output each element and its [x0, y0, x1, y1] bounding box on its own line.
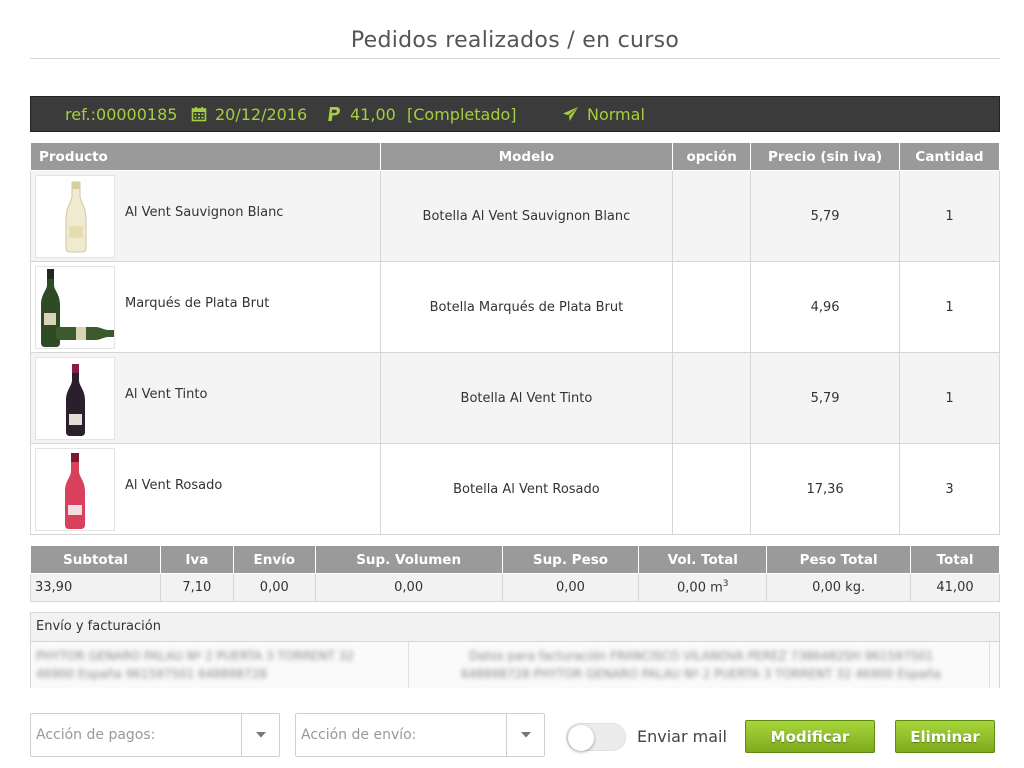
product-qty: 1 — [899, 170, 1000, 262]
table-row: Marqués de Plata Brut Botella Marqués de… — [30, 261, 1000, 353]
product-cell: Al Vent Tinto — [30, 352, 381, 444]
send-mail-label: Enviar mail — [637, 727, 727, 746]
col-header-subtotal: Subtotal — [30, 545, 161, 574]
product-model: Botella Al Vent Tinto — [379, 352, 674, 444]
calendar-icon — [191, 97, 207, 131]
col-header-envio: Envío — [232, 545, 316, 574]
iva-value: 7,10 — [159, 573, 234, 602]
shipping-divider — [989, 642, 990, 688]
col-header-producto[interactable]: Producto — [30, 142, 381, 171]
paper-plane-icon — [562, 97, 579, 131]
shipping-address-line: PHYTOR GENARO PALAU Nº 2 PUERTA 3 TORREN… — [36, 649, 354, 663]
sup-volumen-value: 0,00 — [314, 573, 503, 602]
title-divider — [30, 58, 1000, 59]
product-name: Al Vent Rosado — [125, 477, 223, 493]
table-row: Al Vent Tinto Botella Al Vent Tinto 5,79… — [30, 352, 1000, 444]
product-price: 17,36 — [750, 443, 900, 535]
total-value: 41,00 — [910, 573, 1000, 602]
vol-total-unit-exponent: 3 — [722, 579, 729, 590]
shipping-action-select[interactable]: Acción de envío: — [295, 713, 545, 757]
products-table: Producto Modelo opción Precio (sin iva) … — [30, 142, 1000, 535]
col-header-precio[interactable]: Precio (sin iva) — [750, 142, 900, 171]
product-model: Botella Marqués de Plata Brut — [379, 261, 674, 353]
product-cell: Al Vent Rosado — [30, 443, 381, 535]
shipping-address-line: 46900 España 961597501 648898728 — [36, 667, 267, 681]
peso-total-value: 0,00 kg. — [766, 573, 912, 602]
vol-total-value: 0,00 m3 — [638, 573, 768, 602]
subtotal-value: 33,90 — [30, 573, 161, 602]
vol-total-number: 0,00 m — [677, 580, 723, 596]
shipping-billing-body: PHYTOR GENARO PALAU Nº 2 PUERTA 3 TORREN… — [31, 642, 999, 688]
col-header-iva: Iva — [159, 545, 234, 574]
col-header-sup-peso: Sup. Peso — [501, 545, 640, 574]
chevron-down-icon[interactable] — [241, 714, 279, 756]
billing-address-line: 648898728 PHYTOR GENARO PALAU Nº 2 PUERT… — [461, 667, 941, 681]
col-header-vol-total: Vol. Total — [638, 545, 768, 574]
order-amount: 41,00 — [350, 104, 396, 124]
paypal-icon — [327, 97, 342, 131]
product-option — [672, 443, 752, 535]
shipping-billing-panel: Envío y facturación PHYTOR GENARO PALAU … — [30, 612, 1000, 688]
envio-value: 0,00 — [232, 573, 316, 602]
totals-header-row: Subtotal Iva Envío Sup. Volumen Sup. Pes… — [30, 545, 1000, 574]
product-price: 5,79 — [750, 170, 900, 262]
shipping-billing-title: Envío y facturación — [31, 613, 999, 642]
products-header-row: Producto Modelo opción Precio (sin iva) … — [30, 142, 1000, 171]
sup-peso-value: 0,00 — [501, 573, 640, 602]
product-qty: 1 — [899, 261, 1000, 353]
product-cell: Marqués de Plata Brut — [30, 261, 381, 353]
shipping-type: Normal — [587, 104, 645, 124]
product-name: Al Vent Sauvignon Blanc — [125, 204, 284, 220]
billing-address-line: Datos para facturación FRANCISCO VILANOV… — [468, 649, 934, 663]
payment-action-placeholder: Acción de pagos: — [36, 727, 156, 743]
product-option — [672, 261, 752, 353]
order-summary-bar: ref.:00000185 20/12/2016 41,00 [Completa… — [30, 96, 1000, 132]
product-price: 4,96 — [750, 261, 900, 353]
table-row: Al Vent Sauvignon Blanc Botella Al Vent … — [30, 170, 1000, 262]
product-image-sparkling-wine[interactable] — [35, 265, 115, 349]
col-header-cantidad[interactable]: Cantidad — [899, 142, 1000, 171]
product-qty: 1 — [899, 352, 1000, 444]
product-model: Botella Al Vent Rosado — [379, 443, 674, 535]
totals-table: Subtotal Iva Envío Sup. Volumen Sup. Pes… — [30, 545, 1000, 602]
delete-button[interactable]: Eliminar — [895, 720, 995, 753]
toggle-knob[interactable] — [568, 725, 594, 751]
product-model: Botella Al Vent Sauvignon Blanc — [379, 170, 674, 262]
modify-button[interactable]: Modificar — [745, 720, 875, 753]
col-header-sup-volumen: Sup. Volumen — [314, 545, 503, 574]
order-ref: ref.:00000185 — [65, 104, 178, 124]
product-option — [672, 352, 752, 444]
product-image-red-wine[interactable] — [35, 356, 115, 440]
order-date: 20/12/2016 — [215, 104, 308, 124]
payment-action-select[interactable]: Acción de pagos: — [30, 713, 280, 757]
send-mail-toggle[interactable] — [566, 723, 626, 751]
shipping-divider — [408, 642, 409, 688]
chevron-down-icon[interactable] — [506, 714, 544, 756]
product-qty: 3 — [899, 443, 1000, 535]
col-header-total: Total — [910, 545, 1000, 574]
col-header-modelo[interactable]: Modelo — [379, 142, 674, 171]
product-image-rose-wine[interactable] — [35, 447, 115, 531]
col-header-peso-total: Peso Total — [766, 545, 912, 574]
shipping-action-placeholder: Acción de envío: — [301, 727, 417, 743]
page-title: Pedidos realizados / en curso — [350, 28, 680, 53]
col-header-opcion[interactable]: opción — [672, 142, 752, 171]
product-option — [672, 170, 752, 262]
product-name: Marqués de Plata Brut — [125, 295, 270, 311]
totals-row: 33,90 7,10 0,00 0,00 0,00 0,00 m3 0,00 k… — [30, 573, 1000, 602]
product-name: Al Vent Tinto — [125, 386, 208, 402]
product-cell: Al Vent Sauvignon Blanc — [30, 170, 381, 262]
table-row: Al Vent Rosado Botella Al Vent Rosado 17… — [30, 443, 1000, 535]
order-status: [Completado] — [407, 104, 517, 124]
product-price: 5,79 — [750, 352, 900, 444]
product-image-white-wine[interactable] — [35, 174, 115, 258]
